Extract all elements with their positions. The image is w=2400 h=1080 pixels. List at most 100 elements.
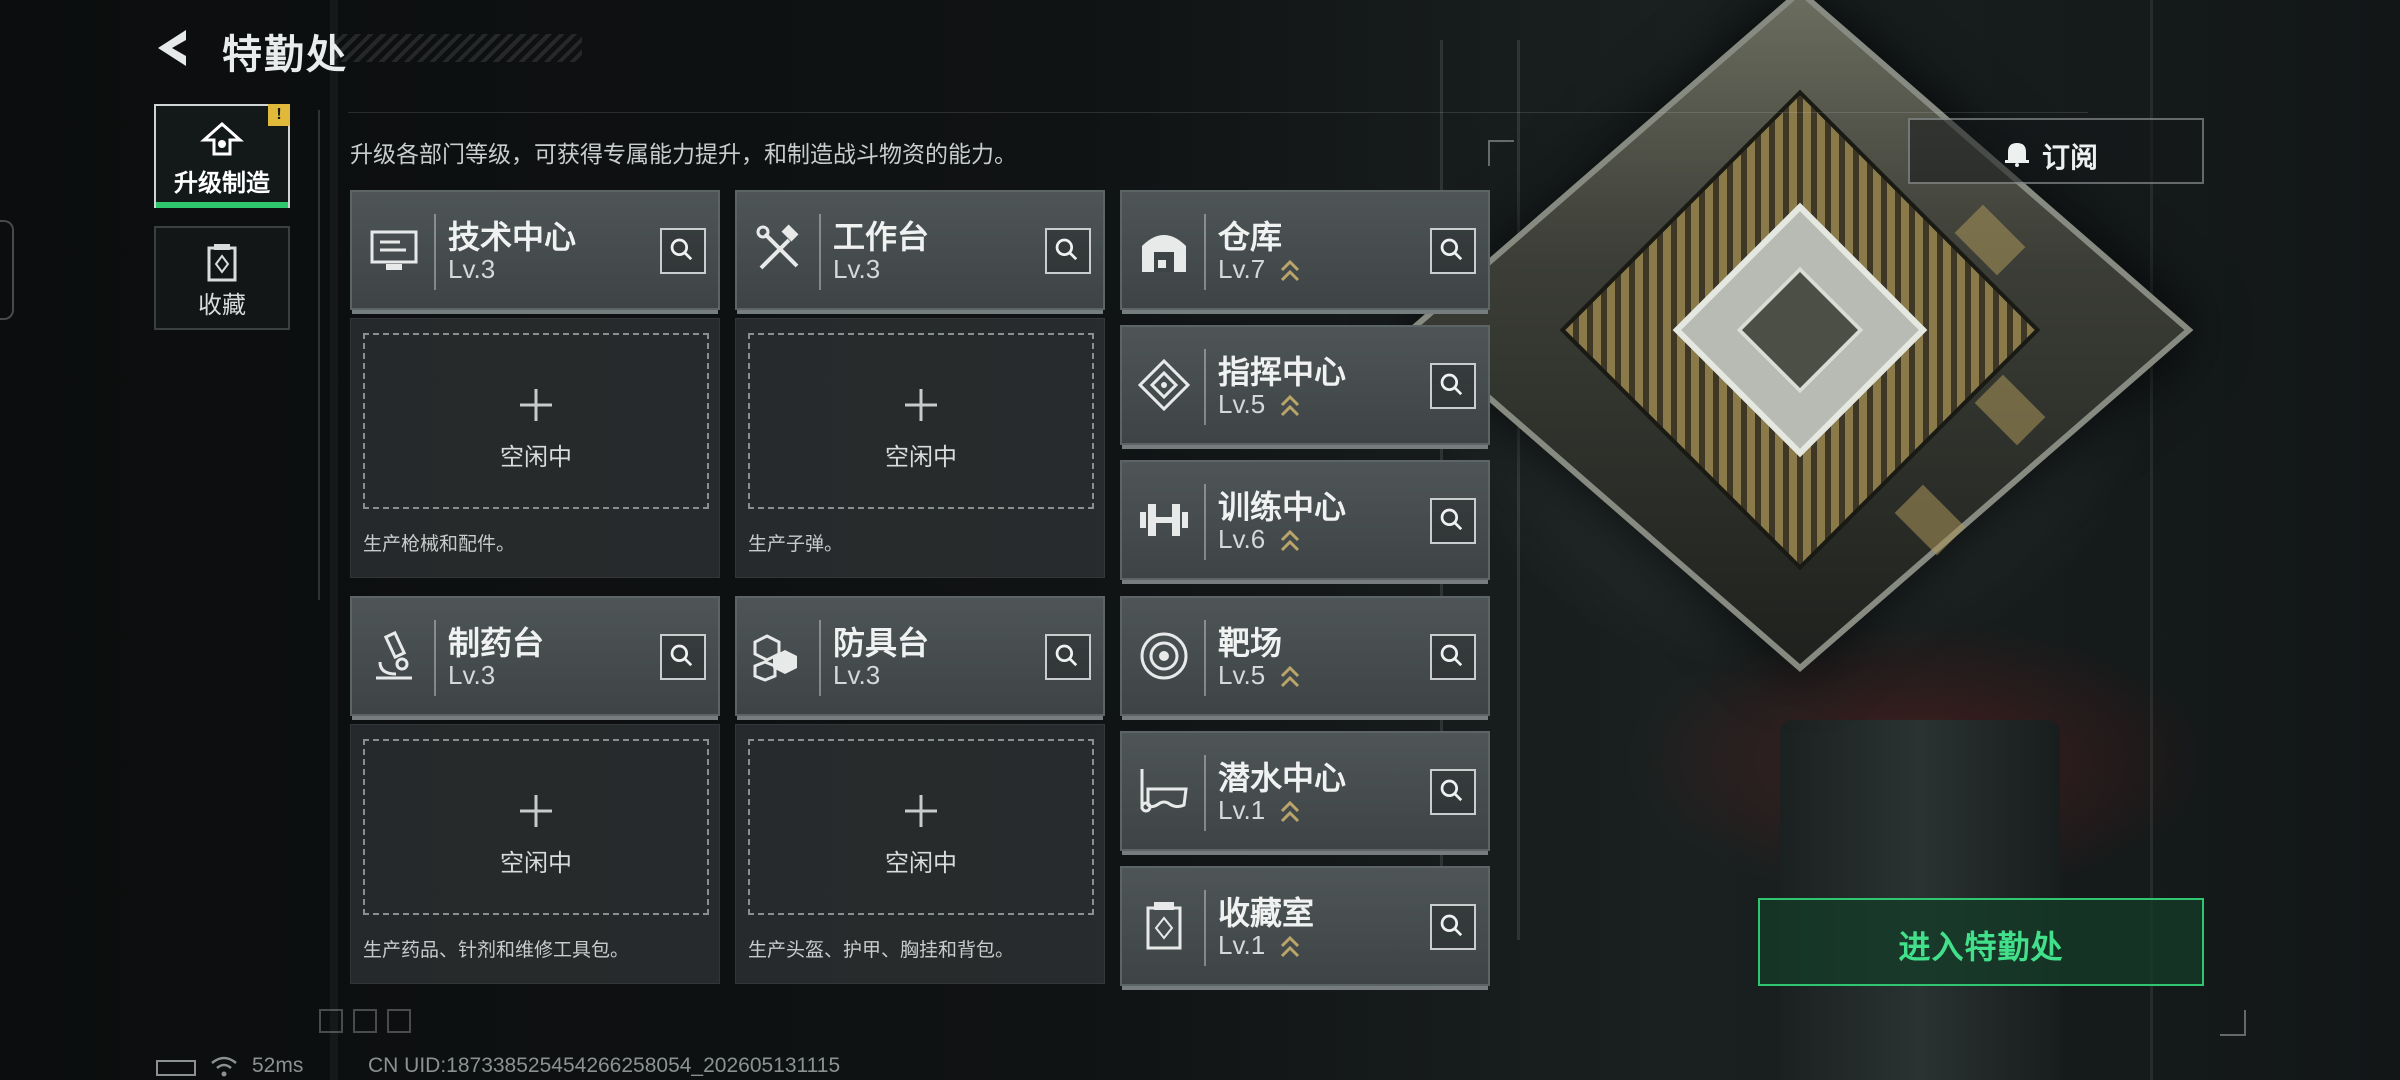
upgrade-available-icon xyxy=(1280,529,1300,552)
search-icon xyxy=(670,644,693,667)
facility-card-diving-center[interactable]: 潜水中心 Lv.1 xyxy=(1120,731,1490,855)
production-description: 生产子弹。 xyxy=(748,534,844,555)
facility-name: 防具台 xyxy=(833,625,930,661)
facility-card-command-center[interactable]: 指挥中心 Lv.5 xyxy=(1120,325,1490,449)
inspect-button[interactable] xyxy=(1430,498,1476,544)
facility-name: 指挥中心 xyxy=(1218,354,1347,390)
search-icon xyxy=(1440,508,1463,531)
production-slot[interactable]: 空闲中 xyxy=(363,333,709,509)
facility-card-tech-center[interactable]: 技术中心 Lv.3 xyxy=(350,190,720,314)
production-description: 生产枪械和配件。 xyxy=(363,534,516,555)
production-panel-workbench: 空闲中 生产子弹。 xyxy=(735,318,1105,578)
production-slot[interactable]: 空闲中 xyxy=(748,739,1094,915)
card-divider xyxy=(819,214,821,290)
card-divider xyxy=(1204,349,1206,425)
warehouse-icon xyxy=(1142,235,1186,272)
facility-level: Lv.5 xyxy=(1218,389,1266,419)
subscribe-button[interactable]: 订阅 xyxy=(1908,118,2204,184)
facility-name: 潜水中心 xyxy=(1218,760,1347,796)
enter-special-ops-button[interactable]: 进入特勤处 xyxy=(1758,898,2204,986)
facility-card-collection-room[interactable]: 收藏室 Lv.1 xyxy=(1120,866,1490,990)
inspect-button[interactable] xyxy=(1430,228,1476,274)
collection-room-icon xyxy=(1146,902,1182,950)
inspect-button[interactable] xyxy=(660,228,706,274)
facility-level: Lv.1 xyxy=(1218,930,1266,960)
facility-card-shooting-range[interactable]: 靶场 Lv.5 xyxy=(1120,596,1490,720)
facility-name: 技术中心 xyxy=(448,219,577,255)
enter-button-label: 进入特勤处 xyxy=(1898,929,2064,965)
microscope-icon xyxy=(376,630,412,680)
facility-name: 靶场 xyxy=(1218,625,1283,661)
card-divider xyxy=(1204,214,1206,290)
inspect-button[interactable] xyxy=(1430,904,1476,950)
facility-name: 工作台 xyxy=(833,219,930,255)
inspect-button[interactable] xyxy=(660,634,706,680)
upgrade-available-icon xyxy=(1280,800,1300,823)
corner-bracket xyxy=(2220,1010,2246,1036)
facility-card-armor-bench[interactable]: 防具台 Lv.3 xyxy=(735,596,1105,720)
upgrade-available-icon xyxy=(1280,259,1300,282)
production-panel-pharmacy: 空闲中 生产药品、针剂和维修工具包。 xyxy=(350,724,720,984)
card-divider xyxy=(819,620,821,696)
subscribe-label: 订阅 xyxy=(2042,142,2099,173)
battery-icon xyxy=(156,1060,196,1076)
card-divider xyxy=(1204,484,1206,560)
dumbbell-icon xyxy=(1140,504,1188,536)
tab-label: 升级制造 xyxy=(174,170,270,197)
page-description: 升级各部门等级，可获得专属能力提升，和制造战斗物资的能力。 xyxy=(350,141,1017,167)
divider-line xyxy=(318,110,320,600)
slot-status: 空闲中 xyxy=(500,444,572,471)
search-icon xyxy=(1440,779,1463,802)
plus-icon xyxy=(905,389,937,421)
inspect-button[interactable] xyxy=(1045,634,1091,680)
production-panel-armor-bench: 空闲中 生产头盔、护甲、胸挂和背包。 xyxy=(735,724,1105,984)
wifi-icon xyxy=(211,1056,237,1077)
search-icon xyxy=(1440,373,1463,396)
back-button[interactable] xyxy=(152,26,196,70)
card-divider xyxy=(434,214,436,290)
tab-collection[interactable]: 收藏 xyxy=(154,226,290,330)
facility-card-training-center[interactable]: 训练中心 Lv.6 xyxy=(1120,460,1490,584)
plus-icon xyxy=(905,795,937,827)
collection-icon xyxy=(207,244,237,282)
facility-card-warehouse[interactable]: 仓库 Lv.7 xyxy=(1120,190,1490,314)
upgrade-available-icon xyxy=(1280,935,1300,958)
back-arrow-icon xyxy=(158,30,186,66)
facility-level: Lv.3 xyxy=(833,660,881,690)
divider-line xyxy=(348,112,2088,113)
active-tab-indicator xyxy=(156,202,288,208)
production-panel-tech-center: 空闲中 生产枪械和配件。 xyxy=(350,318,720,578)
card-divider xyxy=(434,620,436,696)
production-slot[interactable]: 空闲中 xyxy=(748,333,1094,509)
target-icon xyxy=(1140,632,1188,680)
facility-name: 训练中心 xyxy=(1218,489,1347,525)
search-icon xyxy=(1055,238,1078,261)
screen-edge-notch xyxy=(0,220,14,320)
facility-level: Lv.7 xyxy=(1218,254,1266,284)
production-slot[interactable]: 空闲中 xyxy=(363,739,709,915)
inspect-button[interactable] xyxy=(1430,363,1476,409)
facility-level: Lv.5 xyxy=(1218,660,1266,690)
inspect-button[interactable] xyxy=(1430,634,1476,680)
user-uid: CN UID:187338525454266258054_20260513111… xyxy=(368,1054,841,1077)
bell-icon xyxy=(2005,143,2029,167)
facility-card-pharmacy[interactable]: 制药台 Lv.3 xyxy=(350,596,720,720)
search-icon xyxy=(1440,914,1463,937)
inspect-button[interactable] xyxy=(1430,769,1476,815)
monitor-icon xyxy=(370,230,418,270)
tab-upgrade-manufacture[interactable]: 升级制造 ! xyxy=(154,104,290,208)
tools-icon xyxy=(756,224,799,270)
search-icon xyxy=(670,238,693,261)
inspect-button[interactable] xyxy=(1045,228,1091,274)
alert-badge: ! xyxy=(268,104,290,126)
production-description: 生产头盔、护甲、胸挂和背包。 xyxy=(748,940,1015,961)
slot-status: 空闲中 xyxy=(500,850,572,877)
deco-squares xyxy=(319,1009,411,1033)
plus-icon xyxy=(520,389,552,421)
upgrade-icon xyxy=(200,121,244,156)
ping-readout: 52ms xyxy=(252,1054,304,1077)
facility-level: Lv.6 xyxy=(1218,524,1266,554)
upgrade-available-icon xyxy=(1280,665,1300,688)
bg-strip xyxy=(330,0,338,1080)
facility-card-workbench[interactable]: 工作台 Lv.3 xyxy=(735,190,1105,314)
